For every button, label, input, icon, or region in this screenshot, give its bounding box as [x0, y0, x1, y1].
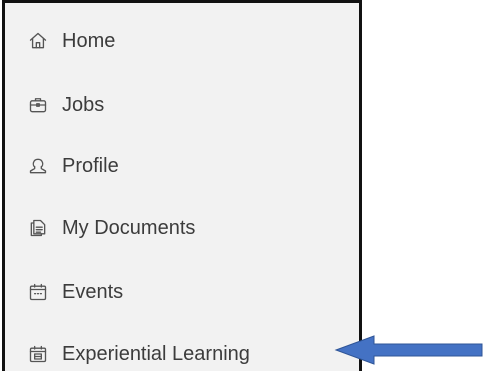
sidebar-item-home[interactable]: Home	[5, 21, 359, 61]
documents-icon	[27, 217, 49, 239]
sidebar-item-label: Home	[62, 29, 116, 52]
annotation-arrow	[334, 335, 483, 365]
calendar-check-icon	[27, 343, 49, 365]
home-icon	[27, 30, 49, 52]
sidebar-item-label: Profile	[62, 154, 119, 177]
sidebar-item-label: Jobs	[62, 93, 105, 116]
sidebar-item-label: Events	[62, 280, 124, 303]
sidebar-item-events[interactable]: Events	[5, 272, 359, 312]
briefcase-icon	[27, 94, 49, 116]
annotation-arrow-shape	[334, 335, 483, 365]
sidebar-item-label: Experiential Learning	[62, 342, 250, 365]
sidebar-item-profile[interactable]: Profile	[5, 146, 359, 186]
sidebar-item-label: My Documents	[62, 216, 196, 239]
sidebar-item-jobs[interactable]: Jobs	[5, 85, 359, 125]
user-icon	[27, 155, 49, 177]
sidebar-item-my-documents[interactable]: My Documents	[5, 208, 359, 248]
sidebar-nav: Home Jobs Profile My Documents Events Ex…	[2, 0, 362, 371]
sidebar-item-experiential-learning[interactable]: Experiential Learning	[5, 334, 359, 371]
calendar-icon	[27, 281, 49, 303]
